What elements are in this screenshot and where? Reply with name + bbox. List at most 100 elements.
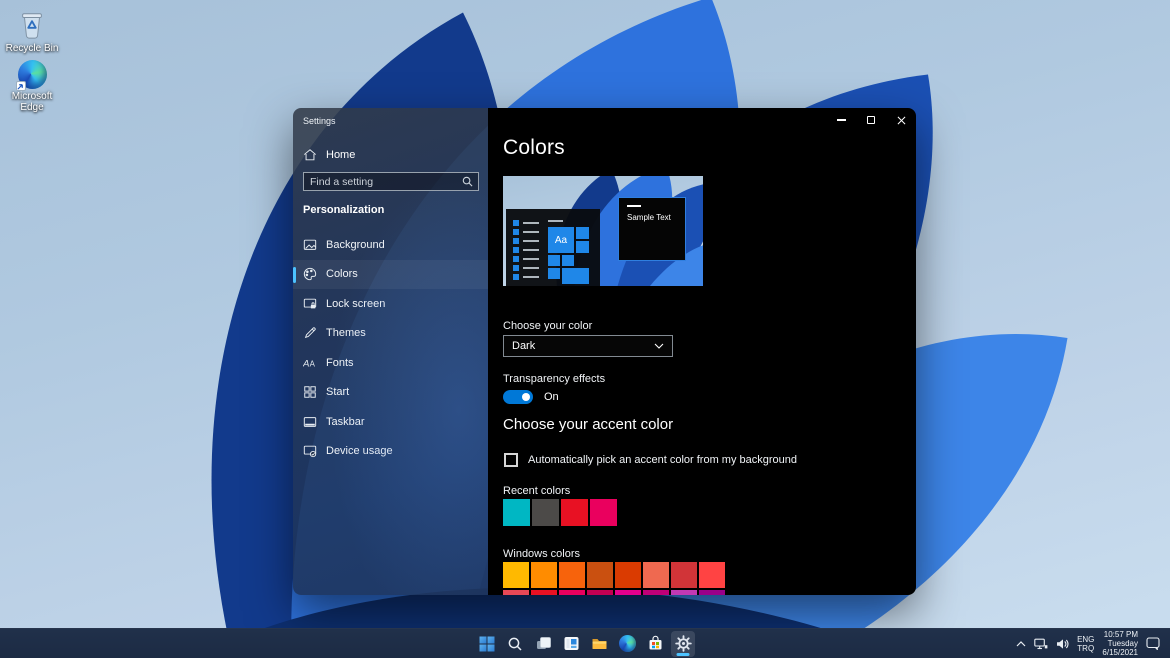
widgets-button[interactable] (559, 631, 583, 657)
notification-center-button[interactable] (1146, 637, 1160, 650)
window-controls (826, 108, 916, 132)
edge-shortcut[interactable]: Microsoft Edge (0, 60, 64, 113)
color-mode-value: Dark (512, 340, 535, 352)
color-swatch[interactable] (590, 499, 617, 526)
fonts-icon: A A (303, 356, 317, 370)
color-swatch[interactable] (503, 499, 530, 526)
transparency-label: Transparency effects (503, 373, 605, 385)
auto-accent-checkbox[interactable] (504, 453, 518, 467)
settings-gear-icon (675, 635, 692, 652)
selection-indicator (293, 267, 296, 283)
transparency-toggle[interactable] (503, 390, 533, 404)
tray-chevron-button[interactable] (1016, 641, 1026, 647)
sidebar-item-colors[interactable]: Colors (293, 260, 488, 290)
store-button[interactable] (643, 631, 667, 657)
sidebar-item-device-usage[interactable]: Device usage (293, 437, 488, 467)
notification-icon (1146, 637, 1160, 650)
network-icon (1034, 638, 1048, 650)
language-indicator[interactable]: ENG TRQ (1077, 635, 1094, 653)
edge-icon (18, 60, 47, 89)
sidebar-item-background[interactable]: Background (293, 230, 488, 260)
color-swatch[interactable] (699, 562, 725, 588)
recycle-bin-label: Recycle Bin (6, 43, 59, 54)
chevron-down-icon (654, 343, 664, 349)
close-button[interactable] (886, 108, 916, 132)
sidebar-item-label: Colors (326, 268, 358, 280)
windows-colors-label: Windows colors (503, 548, 580, 560)
maximize-icon (867, 116, 875, 124)
home-icon (303, 148, 317, 162)
start-layout-icon (303, 385, 317, 399)
color-swatch[interactable] (559, 590, 585, 595)
color-swatch[interactable] (532, 499, 559, 526)
windows-colors-row (503, 562, 725, 588)
taskbar: ENG TRQ 10:57 PM Tuesday 6/15/2021 (0, 628, 1170, 658)
color-swatch[interactable] (503, 562, 529, 588)
sidebar-item-label: Start (326, 386, 349, 398)
theme-preview-image: Aa Sample Text (503, 176, 703, 286)
color-mode-dropdown[interactable]: Dark (503, 335, 673, 357)
color-swatch[interactable] (587, 562, 613, 588)
color-swatch[interactable] (531, 562, 557, 588)
close-icon (897, 116, 906, 125)
toggle-state-label: On (544, 391, 559, 403)
sidebar-item-fonts[interactable]: A A Fonts (293, 348, 488, 378)
windows-start-icon (479, 636, 495, 652)
color-swatch[interactable] (699, 590, 725, 595)
color-swatch[interactable] (587, 590, 613, 595)
preview-start-menu: Aa (506, 209, 600, 286)
color-swatch[interactable] (643, 562, 669, 588)
sidebar-item-label: Background (326, 239, 385, 251)
network-button[interactable] (1034, 638, 1048, 650)
edge-label: Microsoft Edge (0, 91, 64, 113)
settings-button[interactable] (671, 631, 695, 657)
search-box[interactable] (303, 172, 479, 191)
clock-time: 10:57 PM (1102, 630, 1138, 639)
color-swatch[interactable] (561, 499, 588, 526)
search-button[interactable] (503, 631, 527, 657)
recycle-bin-icon (17, 8, 47, 41)
start-button[interactable] (475, 631, 499, 657)
sidebar-item-lock-screen[interactable]: Lock screen (293, 289, 488, 319)
maximize-button[interactable] (856, 108, 886, 132)
settings-window: Settings Home Personalization (293, 108, 916, 595)
widgets-icon (563, 635, 580, 652)
color-swatch[interactable] (559, 562, 585, 588)
sidebar-item-home[interactable]: Home (303, 144, 478, 166)
color-swatch[interactable] (531, 590, 557, 595)
sidebar-item-themes[interactable]: Themes (293, 319, 488, 349)
color-swatch[interactable] (503, 590, 529, 595)
color-swatch[interactable] (643, 590, 669, 595)
search-input[interactable] (304, 176, 462, 188)
edge-button[interactable] (615, 631, 639, 657)
language-line-2: TRQ (1077, 644, 1094, 653)
sidebar-item-label: Themes (326, 327, 366, 339)
minimize-button[interactable] (826, 108, 856, 132)
themes-icon (303, 326, 317, 340)
color-swatch[interactable] (671, 590, 697, 595)
toggle-knob (522, 393, 530, 401)
recycle-bin-shortcut[interactable]: Recycle Bin (0, 8, 64, 54)
clock-day: Tuesday (1102, 639, 1138, 648)
clock-date: 6/15/2021 (1102, 648, 1138, 657)
lock-screen-icon (303, 297, 317, 311)
color-swatch[interactable] (671, 562, 697, 588)
color-swatch[interactable] (615, 562, 641, 588)
color-swatch[interactable] (615, 590, 641, 595)
speaker-icon (1056, 638, 1069, 650)
taskbar-center-icons (475, 631, 695, 657)
language-line-1: ENG (1077, 635, 1094, 644)
taskbar-edge-icon (619, 635, 636, 652)
sidebar-section-header: Personalization (303, 204, 384, 216)
clock[interactable]: 10:57 PM Tuesday 6/15/2021 (1102, 630, 1138, 657)
file-explorer-icon (591, 635, 608, 652)
sidebar-item-start[interactable]: Start (293, 378, 488, 408)
task-view-button[interactable] (531, 631, 555, 657)
volume-button[interactable] (1056, 638, 1069, 650)
search-icon[interactable] (462, 176, 473, 187)
choose-color-label: Choose your color (503, 320, 592, 332)
device-usage-icon (303, 444, 317, 458)
chevron-up-icon (1016, 641, 1026, 647)
file-explorer-button[interactable] (587, 631, 611, 657)
sidebar-item-taskbar[interactable]: Taskbar (293, 407, 488, 437)
